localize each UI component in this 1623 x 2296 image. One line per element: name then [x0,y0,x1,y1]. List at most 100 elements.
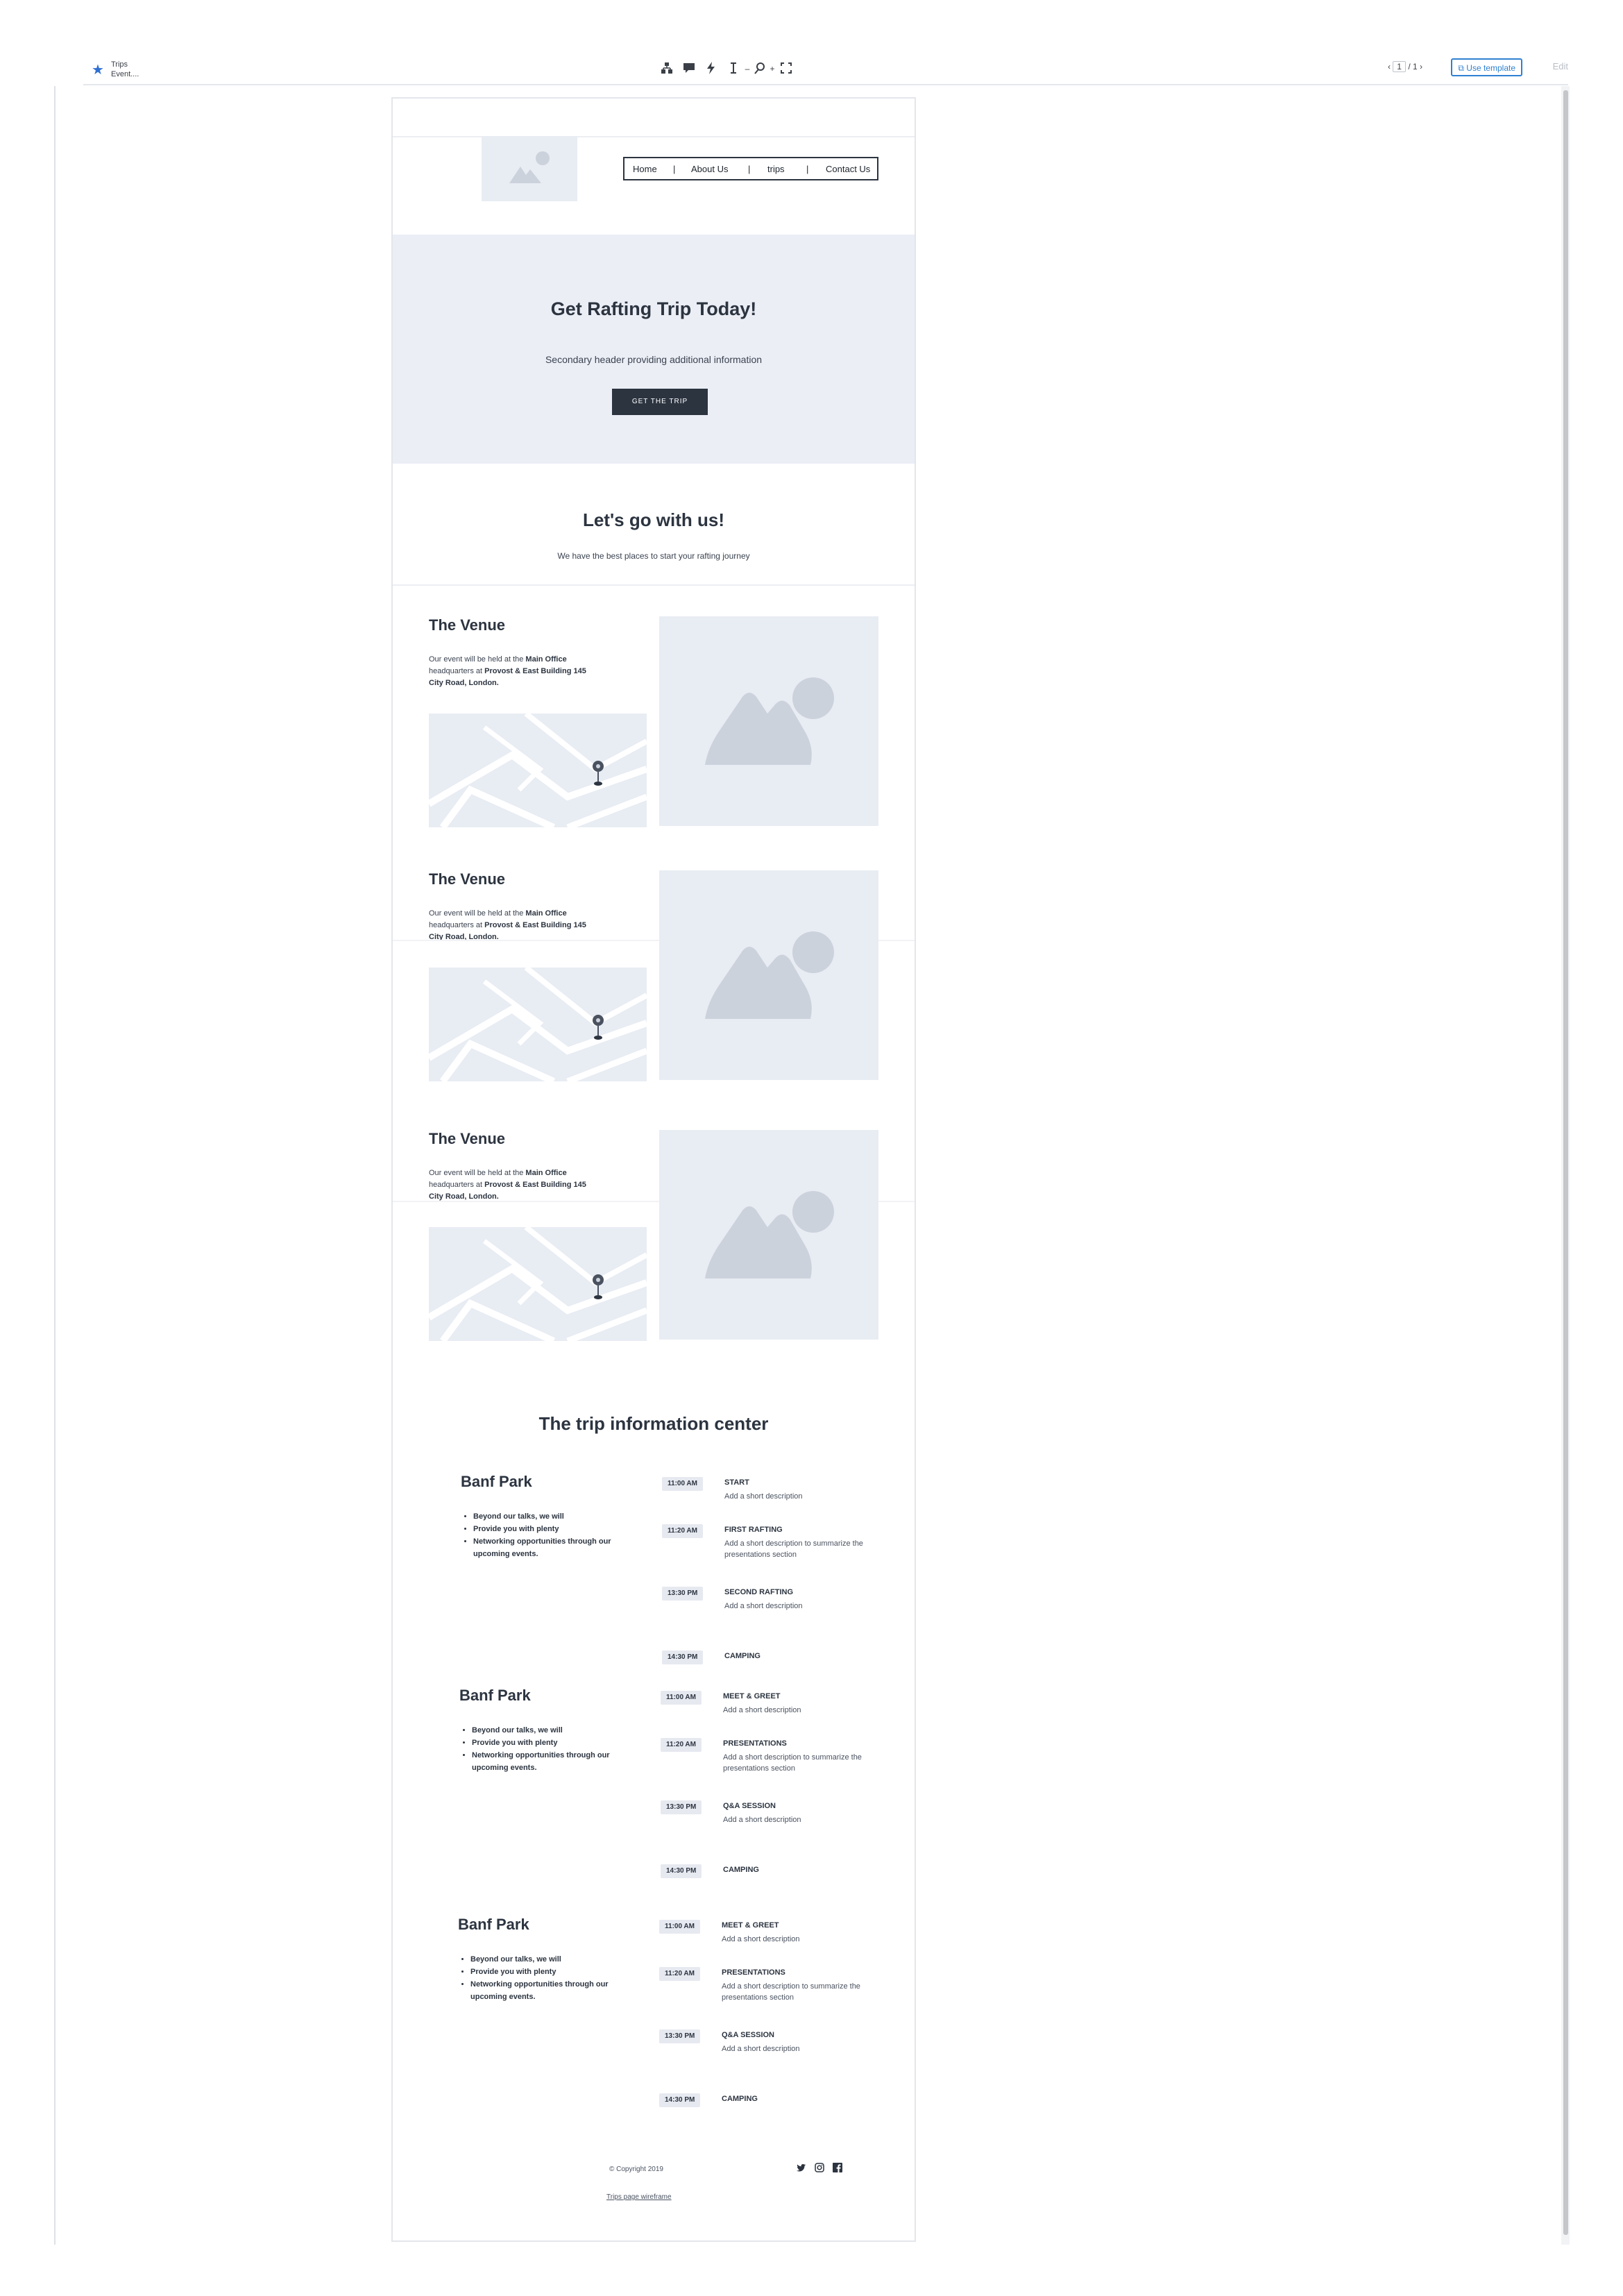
file-title-line-2: Event.... [111,70,139,78]
event-title: CAMPING [723,1866,759,1874]
event-title: MEET & GREET [723,1692,781,1700]
time-badge: 13:30 PM [659,2029,701,2043]
chevron-right-icon[interactable]: › [1420,62,1422,71]
event-title: FIRST RAFTING [724,1526,783,1534]
venue-photo-placeholder [659,616,878,826]
page-number-input[interactable]: 1 [1393,61,1406,72]
hero-section: Get Rafting Trip Today! Secondary header… [393,235,915,464]
map-pin-icon [593,1274,604,1299]
lightning-icon[interactable] [704,61,719,76]
intro-subtitle: We have the best places to start your ra… [557,551,750,561]
event-description: Add a short description [722,2045,800,2053]
twitter-icon[interactable] [797,2163,806,2175]
bullet-item: Networking opportunities through our upc… [472,1749,619,1774]
event-description: Add a short description to summarize the… [724,1539,863,1559]
event-title: MEET & GREET [722,1921,779,1930]
time-badge: 14:30 PM [661,1864,702,1878]
logo-placeholder [482,136,577,201]
event-description: Add a short description [724,1602,803,1610]
event-description: Add a short description [722,1935,800,1943]
comment-icon[interactable] [681,61,697,76]
sitemap-icon[interactable] [659,61,674,76]
chevron-left-icon[interactable]: ‹ [1388,62,1391,71]
event-title: PRESENTATIONS [723,1739,787,1748]
image-placeholder-icon [509,151,550,183]
venue-title: The Venue [429,616,506,634]
edit-button[interactable]: Edit [1553,61,1568,71]
time-badge: 11:20 AM [662,1524,703,1538]
star-icon[interactable]: ★ [92,61,104,78]
time-badge: 13:30 PM [662,1587,704,1601]
event-description: Add a short description [723,1816,801,1824]
park-bullets: Beyond our talks, we will Provide you wi… [458,1953,618,2003]
page-pager: ‹ 1 / 1 › [1388,61,1422,72]
nav-separator: | [748,164,751,174]
map-pin-icon [593,1015,604,1040]
vertical-scrollbar[interactable] [1561,86,1570,2245]
nav-about-us[interactable]: About Us [691,164,728,174]
venue-title: The Venue [429,870,506,888]
image-placeholder-icon [705,931,834,1019]
event-title: Q&A SESSION [722,2031,774,2039]
zoom-in-icon[interactable]: + [765,61,780,76]
bullet-item: Provide you with plenty [470,1966,618,1978]
event-description: Add a short description to summarize the… [723,1753,862,1773]
get-the-trip-button[interactable]: GET THE TRIP [612,389,708,415]
bullet-item: Beyond our talks, we will [470,1953,618,1966]
event-description: Add a short description to summarize the… [722,1982,860,2002]
nav-contact-us[interactable]: Contact Us [826,164,870,174]
event-title: PRESENTATIONS [722,1968,785,1977]
time-badge: 14:30 PM [662,1651,704,1664]
park-title: Banf Park [458,1916,529,1933]
file-title-line-1: Trips [111,60,128,69]
venue-description: Our event will be held at the Main Offic… [429,655,586,687]
instagram-icon[interactable] [815,2163,824,2175]
wireframe-link[interactable]: Trips page wireframe [606,2193,672,2201]
time-badge: 11:20 AM [659,1967,700,1981]
bullet-item: Beyond our talks, we will [473,1510,620,1523]
map-placeholder [429,968,647,1081]
toolbar-divider [83,84,1568,85]
bullet-item: Beyond our talks, we will [472,1724,619,1737]
time-badge: 13:30 PM [661,1800,702,1814]
bullet-item: Provide you with plenty [473,1523,620,1535]
nav-separator: | [806,164,809,174]
file-title: Trips Event.... [111,60,139,79]
time-badge: 14:30 PM [659,2093,701,2107]
time-badge: 11:00 AM [659,1920,700,1934]
hero-subtitle: Secondary header providing additional in… [545,354,763,365]
venue-description: Our event will be held at the Main Offic… [429,909,586,941]
nav-home[interactable]: Home [633,164,657,174]
scrollbar-thumb[interactable] [1563,90,1568,2235]
park-bullets: Beyond our talks, we will Provide you wi… [459,1724,619,1774]
venue-photo-placeholder [659,1130,878,1340]
canvas-left-rule [54,86,56,2245]
wireframe-page: Home | About Us | trips | Contact Us Get… [391,97,916,2242]
text-cursor-icon[interactable] [726,61,741,76]
event-description: Add a short description [723,1706,801,1714]
bullet-item: Networking opportunities through our upc… [470,1978,618,2003]
park-title: Banf Park [459,1687,531,1704]
event-description: Add a short description [724,1492,803,1501]
image-placeholder-icon [705,677,834,765]
header-divider [393,136,915,137]
venue-description: Our event will be held at the Main Offic… [429,1169,586,1201]
fullscreen-icon[interactable] [779,61,794,76]
use-template-button[interactable]: ⧉ Use template [1451,58,1522,76]
viewer-toolbar: ★ Trips Event.... – + ‹ 1 / 1 › ⧉ Use te… [83,56,1568,83]
event-title: START [724,1478,749,1487]
facebook-icon[interactable] [833,2163,842,2175]
event-title: CAMPING [724,1652,760,1660]
intro-title: Let's go with us! [582,509,725,530]
use-template-label: Use template [1466,63,1515,73]
event-title: SECOND RAFTING [724,1588,793,1596]
park-title: Banf Park [461,1473,532,1490]
venue-photo-placeholder [659,870,878,1080]
main-nav: Home | About Us | trips | Contact Us [623,157,878,180]
section-divider [393,584,915,586]
nav-trips[interactable]: trips [767,164,785,174]
event-title: Q&A SESSION [723,1802,776,1810]
time-badge: 11:00 AM [661,1691,702,1705]
nav-separator: | [673,164,676,174]
image-placeholder-icon [705,1191,834,1278]
